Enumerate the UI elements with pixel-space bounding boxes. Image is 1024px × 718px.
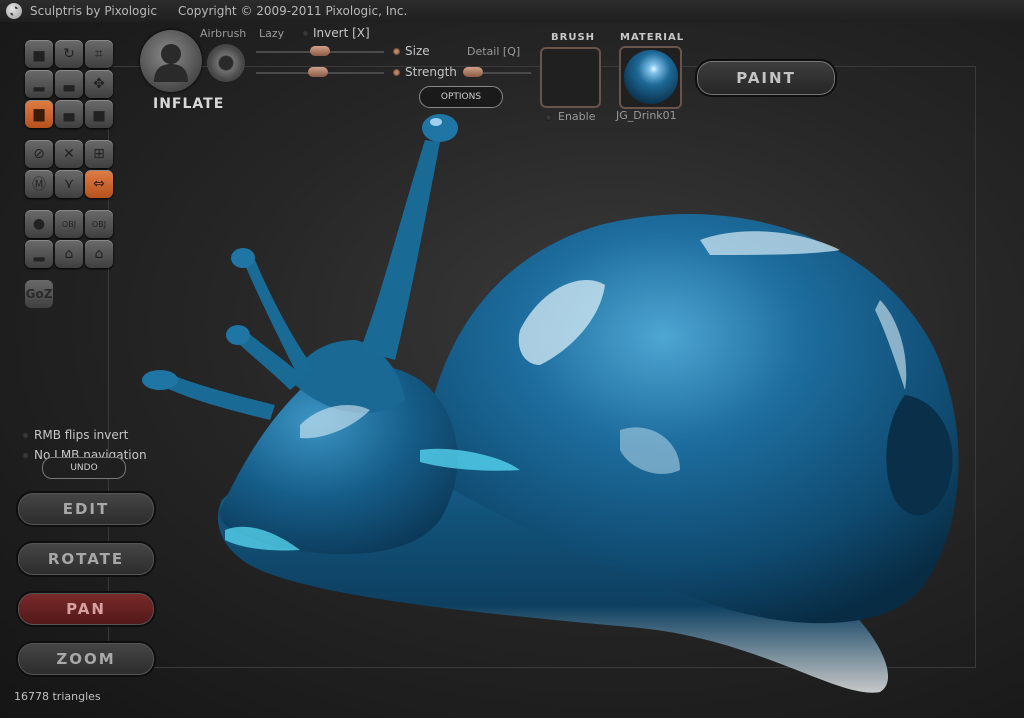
material-name: JG_Drink01 [616, 109, 677, 122]
detail-slider-handle[interactable] [463, 67, 483, 77]
flatten-tool-button[interactable]: ▂ [25, 70, 53, 98]
grab-move-icon: ✥ [93, 76, 105, 92]
edit-button[interactable]: EDIT [16, 491, 156, 527]
plane-tool-button[interactable]: ▂ [25, 240, 53, 268]
pan-button[interactable]: PAN [16, 591, 156, 627]
crop-tool-icon: ⌗ [95, 46, 103, 62]
options-button[interactable]: OPTIONS [419, 86, 503, 108]
rmb-flips-invert-checkbox[interactable] [22, 432, 29, 439]
undo-button[interactable]: UNDO [42, 457, 126, 479]
mask-tool-icon: ✕ [63, 146, 75, 162]
size-indicator-icon [393, 48, 400, 55]
mirror-tool-button[interactable]: ⇔ [85, 170, 113, 198]
material-header: MATERIAL [620, 32, 685, 43]
mask-tool-button[interactable]: ✕ [55, 140, 83, 168]
brush-texture-slot[interactable] [540, 47, 601, 108]
strength-slider-handle[interactable] [308, 67, 328, 77]
rotate-button[interactable]: ROTATE [16, 541, 156, 577]
plane-tool-icon: ▂ [33, 246, 45, 262]
pinch-tool-icon: ▄ [63, 106, 75, 122]
import-obj-button[interactable]: OBJ [55, 210, 83, 238]
save-file-icon: ⌂ [94, 246, 104, 262]
paint-button[interactable]: PAINT [695, 59, 837, 97]
sculptris-window: Sculptris by Pixologic Copyright © 2009-… [0, 0, 1024, 718]
crease-tool-icon: ▃ [63, 76, 75, 92]
export-obj-icon: OBJ [91, 219, 107, 229]
smooth-tool-button[interactable]: ▅ [85, 100, 113, 128]
options-label: OPTIONS [440, 92, 482, 102]
symmetry-tool-button[interactable]: Ⓜ [25, 170, 53, 198]
mirror-tool-icon: ⇔ [93, 176, 105, 192]
airbrush-dial-icon[interactable] [207, 44, 245, 82]
invert-label: Invert [X] [313, 26, 370, 40]
triangle-count: 16778 triangles [14, 690, 101, 703]
brush-avatar-icon[interactable] [140, 30, 202, 92]
open-file-icon: ⌂ [64, 246, 74, 262]
pinch-tool-button[interactable]: ▄ [55, 100, 83, 128]
inflate-tool-icon: ▆ [33, 106, 45, 122]
save-file-button[interactable]: ⌂ [85, 240, 113, 268]
invert-toggle[interactable] [302, 30, 309, 37]
export-obj-button[interactable]: OBJ [85, 210, 113, 238]
crease-tool-button[interactable]: ▃ [55, 70, 83, 98]
grid-tool-icon: ⊞ [93, 146, 105, 162]
reduce-tool-icon: ⊘ [33, 146, 45, 162]
size-slider-handle[interactable] [310, 46, 330, 56]
brush-enable-toggle[interactable] [545, 114, 552, 121]
strength-label: Strength [405, 65, 457, 79]
wireframe-tool-icon: ⋎ [63, 176, 75, 192]
brush-enable-label: Enable [558, 110, 596, 123]
strength-indicator-icon [393, 69, 400, 76]
goz-button[interactable]: GoZ [25, 280, 53, 308]
current-tool-name: INFLATE [153, 96, 225, 112]
grid-tool-button[interactable]: ⊞ [85, 140, 113, 168]
rmb-flips-invert-label: RMB flips invert [34, 428, 129, 442]
lazy-label: Lazy [259, 27, 285, 40]
material-preview-sphere [624, 50, 678, 104]
wireframe-tool-button[interactable]: ⋎ [55, 170, 83, 198]
import-obj-icon: OBJ [61, 219, 77, 229]
draw-tool-icon: ▅ [33, 46, 45, 62]
brush-header: BRUSH [551, 32, 596, 43]
size-label: Size [405, 44, 430, 58]
smooth-tool-icon: ▅ [93, 106, 105, 122]
detail-label: Detail [Q] [467, 45, 521, 58]
draw-tool-button[interactable]: ▅ [25, 40, 53, 68]
grab-move-button[interactable]: ✥ [85, 70, 113, 98]
inflate-tool-button[interactable]: ▆ [25, 100, 53, 128]
rotate-tool-button[interactable]: ↻ [55, 40, 83, 68]
rotate-tool-icon: ↻ [63, 46, 75, 62]
no-lmb-navigation-checkbox[interactable] [22, 452, 29, 459]
zoom-button[interactable]: ZOOM [16, 641, 156, 677]
open-file-button[interactable]: ⌂ [55, 240, 83, 268]
airbrush-label: Airbrush [200, 27, 247, 40]
goz-label: GoZ [25, 287, 53, 301]
sphere-tool-button[interactable]: ● [25, 210, 53, 238]
symmetry-tool-icon: Ⓜ [32, 177, 46, 193]
sphere-tool-icon: ● [32, 216, 46, 232]
crop-tool-button[interactable]: ⌗ [85, 40, 113, 68]
flatten-tool-icon: ▂ [33, 76, 45, 92]
reduce-tool-button[interactable]: ⊘ [25, 140, 53, 168]
